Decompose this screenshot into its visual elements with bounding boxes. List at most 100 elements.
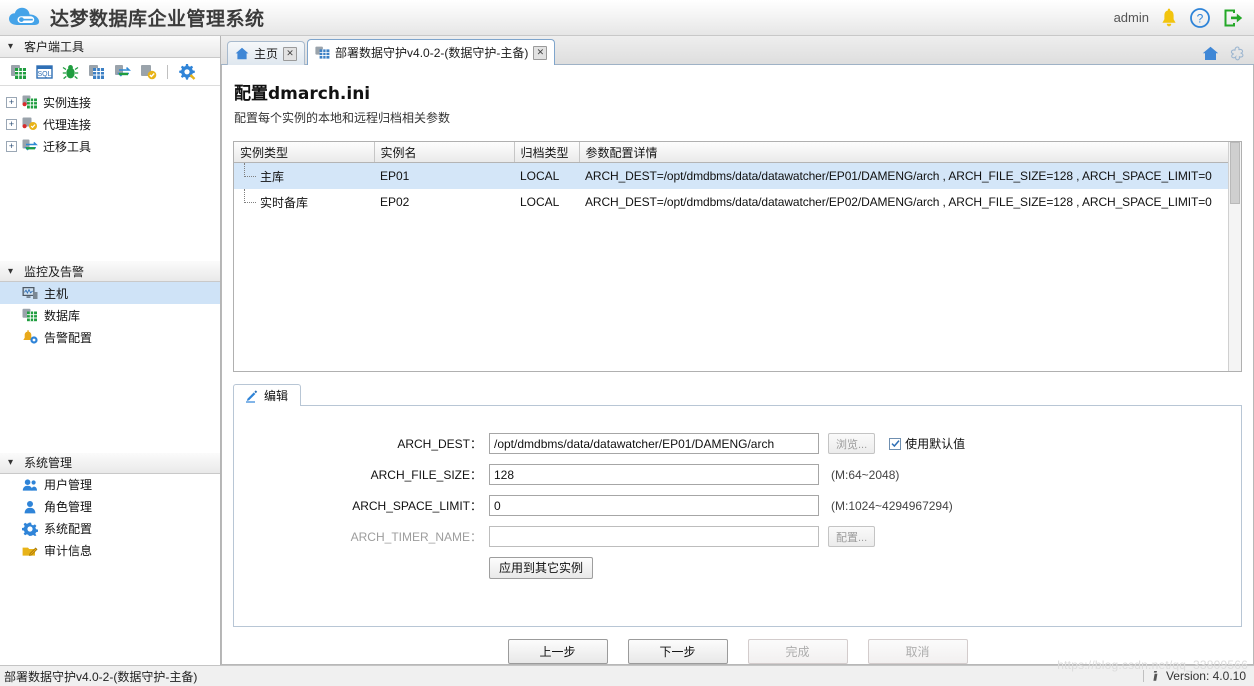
tree-item-agent-connection[interactable]: + 代理连接 <box>0 113 220 135</box>
cell-instance-type: 主库 <box>234 162 374 189</box>
tree-item-migration-tool[interactable]: + 迁移工具 <box>0 135 220 157</box>
tree-item-label: 迁移工具 <box>43 139 92 154</box>
arch-dest-browse-button[interactable]: 浏览... <box>828 433 876 454</box>
agent-icon[interactable] <box>140 64 157 80</box>
sidebar-item-host[interactable]: 主机 <box>0 282 220 305</box>
database-icon <box>22 308 38 322</box>
expand-plus-icon[interactable]: + <box>6 118 17 130</box>
deploy-icon <box>315 46 330 59</box>
prev-step-button[interactable]: 上一步 <box>507 639 608 664</box>
close-icon[interactable]: ✕ <box>533 45 548 60</box>
system-config-icon <box>22 522 38 536</box>
arch-timer-config-button[interactable]: 配置... <box>828 526 876 547</box>
instance-manage-icon[interactable] <box>88 64 105 80</box>
use-default-label: 使用默认值 <box>905 437 966 451</box>
help-icon[interactable]: ? <box>1189 7 1211 29</box>
arch-dest-input[interactable] <box>489 433 819 454</box>
sidebar-item-database[interactable]: 数据库 <box>0 304 220 326</box>
layout-icon[interactable] <box>1229 46 1246 61</box>
table-row[interactable]: 主库 EP01 LOCAL ARCH_DEST=/opt/dmdbms/data… <box>234 162 1241 189</box>
expand-plus-icon[interactable]: + <box>6 96 17 108</box>
table-row[interactable]: 实时备库 EP02 LOCAL ARCH_DEST=/opt/dmdbms/da… <box>234 189 1241 215</box>
sidebar-section-client-tools-header[interactable]: ▾ 客户端工具 <box>0 36 220 58</box>
sidebar-filler-mid <box>0 348 220 452</box>
sidebar-item-label: 告警配置 <box>44 330 93 345</box>
column-header-instance-type[interactable]: 实例类型 <box>234 142 375 163</box>
table-vertical-scrollbar[interactable] <box>1228 142 1241 371</box>
cell-instance-name: EP02 <box>380 195 410 209</box>
form-row-arch-space-limit: ARCH_SPACE_LIMIT： (M:1024~4294967294) <box>234 490 1241 521</box>
cell-instance-type: 实时备库 <box>234 189 374 215</box>
application-window: 达梦数据库企业管理系统 admin ? ▾ 客户端工具 SQL + 实例连接 +… <box>0 0 1254 686</box>
arch-file-size-hint: (M:64~2048) <box>831 467 900 482</box>
sidebar-item-role-management[interactable]: 角色管理 <box>0 496 220 518</box>
top-bar: 达梦数据库企业管理系统 admin ? <box>0 0 1254 36</box>
arch-space-limit-input[interactable] <box>489 495 819 516</box>
page-subtitle: 配置每个实例的本地和远程归档相关参数 <box>234 111 451 125</box>
cell-detail: ARCH_DEST=/opt/dmdbms/data/datawatcher/E… <box>579 162 1241 189</box>
cell-arch-type: LOCAL <box>514 162 579 189</box>
table-header-row: 实例类型 实例名 归档类型 参数配置详情 <box>234 142 1241 163</box>
edit-tabs: 编辑 <box>233 384 1242 406</box>
tree-item-instance-connection[interactable]: + 实例连接 <box>0 91 220 113</box>
sidebar-filler-bottom <box>0 561 220 665</box>
version-label: Version: 4.0.10 <box>1165 669 1246 683</box>
wizard-footer: 上一步 下一步 完成 取消 <box>222 627 1253 664</box>
use-default-checkbox[interactable] <box>889 437 902 450</box>
arch-file-size-label: ARCH_FILE_SIZE： <box>370 468 482 482</box>
tab-deploy-data-guard[interactable]: 部署数据守护v4.0-2-(数据守护-主备) ✕ <box>307 39 556 65</box>
scrollbar-thumb[interactable] <box>1230 142 1240 204</box>
chevron-down-icon: ▾ <box>8 457 14 469</box>
tree-line-icon <box>240 189 256 209</box>
new-instance-connection-icon[interactable] <box>10 64 27 80</box>
next-step-button[interactable]: 下一步 <box>627 639 728 664</box>
cell-detail: ARCH_DEST=/opt/dmdbms/data/datawatcher/E… <box>585 195 1212 209</box>
arch-file-size-input[interactable] <box>489 464 819 485</box>
svg-text:?: ? <box>1197 11 1204 25</box>
chevron-down-icon: ▾ <box>8 265 14 277</box>
tab-home[interactable]: 主页 ✕ <box>227 41 306 65</box>
sidebar-item-alert-config[interactable]: 告警配置 <box>0 326 220 348</box>
wizard-header: 配置dmarch.ini 配置每个实例的本地和远程归档相关参数 <box>222 65 1253 132</box>
column-header-instance-name[interactable]: 实例名 <box>374 142 515 163</box>
topbar-actions: admin ? <box>1114 7 1244 29</box>
client-tools-tree: + 实例连接 + 代理连接 + 迁移工具 <box>0 86 220 157</box>
sql-console-icon[interactable]: SQL <box>36 64 53 80</box>
bell-icon[interactable] <box>1160 8 1178 28</box>
tree-line-icon <box>240 162 256 183</box>
tab-edit[interactable]: 编辑 <box>233 384 302 406</box>
tree-item-label: 实例连接 <box>43 95 92 110</box>
sidebar-section-system-header[interactable]: ▾ 系统管理 <box>0 451 220 474</box>
brand-title: 达梦数据库企业管理系统 <box>50 8 265 30</box>
logout-icon[interactable] <box>1222 7 1244 29</box>
edit-tab-label: 编辑 <box>264 389 289 403</box>
close-icon[interactable]: ✕ <box>283 46 298 61</box>
info-icon <box>1150 670 1161 682</box>
edit-panel-zone: 编辑 ARCH_DEST： 浏览... 使用默认 <box>233 384 1242 627</box>
column-header-arch-type[interactable]: 归档类型 <box>514 142 580 163</box>
apply-to-other-instances-button[interactable]: 应用到其它实例 <box>489 556 594 579</box>
tab-label: 主页 <box>254 47 279 61</box>
home-icon <box>235 47 249 60</box>
sidebar-section-system-body: 用户管理 角色管理 系统配置 审计信息 <box>0 473 220 562</box>
sidebar-section-monitoring-header[interactable]: ▾ 监控及告警 <box>0 260 220 283</box>
home-icon[interactable] <box>1202 46 1219 61</box>
agent-connection-icon <box>22 117 38 131</box>
main-area: 主页 ✕ 部署数据守护v4.0-2-(数据守护-主备) ✕ 配置dmarch.i… <box>221 36 1254 665</box>
expand-plus-icon[interactable]: + <box>6 140 17 152</box>
sidebar-item-user-management[interactable]: 用户管理 <box>0 474 220 496</box>
debug-icon[interactable] <box>62 64 79 80</box>
current-user-label: admin <box>1113 10 1149 25</box>
wizard-content: 配置dmarch.ini 配置每个实例的本地和远程归档相关参数 实例类型 实例名 <box>221 65 1254 665</box>
tree-item-label: 代理连接 <box>43 117 92 132</box>
settings-icon[interactable] <box>178 63 196 80</box>
sidebar-item-system-config[interactable]: 系统配置 <box>0 518 220 540</box>
migrate-icon[interactable] <box>114 64 131 80</box>
use-default-checkbox-wrap[interactable]: 使用默认值 <box>889 435 965 452</box>
column-header-detail[interactable]: 参数配置详情 <box>579 142 1241 163</box>
migration-tool-icon <box>22 139 38 153</box>
role-icon <box>22 500 38 514</box>
sidebar-item-audit-info[interactable]: 审计信息 <box>0 540 220 562</box>
finish-button: 完成 <box>747 639 848 664</box>
sidebar-item-label: 数据库 <box>44 308 81 323</box>
